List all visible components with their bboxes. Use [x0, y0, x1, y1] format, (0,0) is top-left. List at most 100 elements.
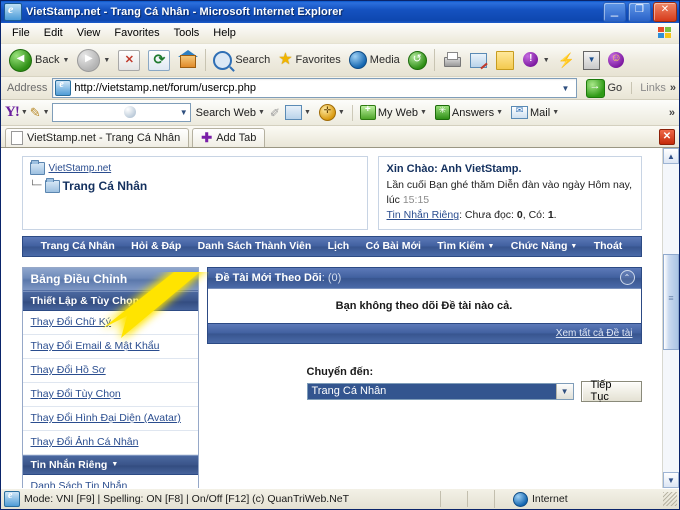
menu-view[interactable]: View	[70, 25, 108, 41]
sidebar-item-avatar[interactable]: Thay Đổi Hình Đại Diện (Avatar)	[22, 406, 198, 431]
forward-button[interactable]: ▶ ▼	[73, 47, 114, 74]
sidebar-item-email-mat-khau[interactable]: Thay Đổi Email & Mật Khẩu	[22, 334, 198, 359]
antispy-button[interactable]: ▼	[316, 103, 348, 122]
nav-chuc-nang[interactable]: Chức Năng ▼	[511, 240, 578, 252]
mail-icon	[511, 105, 529, 119]
my-web-button[interactable]: My Web ▼	[357, 104, 430, 121]
messenger-button[interactable]: ⚡	[554, 50, 579, 71]
sidebar-item-danh-sach-tin-nhan[interactable]: Danh Sách Tin Nhắn	[22, 474, 198, 488]
emoticon-button[interactable]	[604, 50, 628, 70]
address-bar: Address http://vietstamp.net/forum/userc…	[1, 77, 679, 100]
nav-label: Lịch	[327, 240, 350, 253]
my-web-dropdown-icon[interactable]: ▼	[420, 109, 427, 116]
nav-lich[interactable]: Lịch	[328, 240, 350, 252]
sidebar-section-pm-header[interactable]: Tin Nhắn Riêng ▼	[22, 454, 198, 475]
home-button[interactable]	[174, 49, 202, 71]
nav-co-bai-moi[interactable]: Có Bài Mới	[366, 240, 421, 252]
menu-favorites[interactable]: Favorites	[107, 25, 166, 41]
sidebar-item-label: Thay Đổi Tùy Chọn	[30, 388, 121, 401]
add-tab-button[interactable]: ✚ Add Tab	[192, 128, 266, 147]
nav-danh-sach-thanh-vien[interactable]: Danh Sách Thành Viên	[198, 240, 312, 252]
yahoo-search-dropdown-icon[interactable]: ▼	[180, 108, 188, 117]
media-button[interactable]: Media	[345, 49, 404, 71]
scroll-up-button[interactable]: ▲	[663, 148, 679, 164]
collapse-icon[interactable]: ⌃	[619, 270, 635, 286]
yahoo-logo-icon[interactable]: Y!	[5, 104, 20, 121]
resize-grip[interactable]	[663, 492, 677, 506]
nav-hoi-dap[interactable]: Hỏi & Đáp	[131, 240, 181, 252]
home-icon	[178, 50, 199, 69]
sidebar-item-tuy-chon[interactable]: Thay Đổi Tùy Chọn	[22, 382, 198, 407]
yahoo-dropdown-icon[interactable]: ▼	[543, 57, 550, 64]
back-dropdown-icon[interactable]: ▼	[62, 57, 69, 64]
goto-submit-button[interactable]: Tiếp Tục	[580, 379, 642, 403]
security-zone[interactable]: Internet	[494, 490, 663, 508]
minimize-button[interactable]: _	[603, 2, 626, 22]
print-button[interactable]	[438, 50, 465, 70]
yahoo-search-input[interactable]: ▼	[51, 103, 191, 122]
nav-tim-kiem[interactable]: Tìm Kiếm ▼	[437, 240, 494, 252]
search-web-button[interactable]: Search Web ▼	[193, 106, 268, 120]
tabs-button[interactable]: ▼	[282, 104, 314, 121]
goto-select[interactable]: Trang Cá Nhân ▼	[306, 382, 574, 400]
forward-dropdown-icon[interactable]: ▼	[103, 57, 110, 64]
go-arrow-icon	[585, 78, 605, 98]
nav-trang-ca-nhan[interactable]: Trang Cá Nhân	[41, 240, 115, 252]
page-scrollbar[interactable]: ▲ ▼	[662, 148, 679, 488]
browser-toolbar: ◀ Back ▼ ▶ ▼ Search ★ Favorites Media	[1, 44, 679, 77]
menu-edit[interactable]: Edit	[37, 25, 70, 41]
sidebar: Bảng Điều Chỉnh Thiết Lập & Tùy Chọn Tha…	[21, 266, 199, 488]
stop-button[interactable]	[114, 48, 144, 73]
scroll-down-button[interactable]: ▼	[663, 472, 679, 488]
maximize-button[interactable]: ❐	[628, 2, 651, 22]
menu-tools[interactable]: Tools	[167, 25, 207, 41]
address-input[interactable]: http://vietstamp.net/forum/usercp.php ▼	[52, 78, 577, 98]
back-button[interactable]: ◀ Back ▼	[5, 47, 73, 74]
note-button[interactable]	[492, 49, 518, 72]
plus-icon: ✚	[201, 130, 213, 145]
view-all-threads-link[interactable]: Xem tất cả Đề tài	[556, 328, 633, 339]
pm-link[interactable]: Tin Nhắn Riêng	[387, 209, 460, 221]
search-button[interactable]: Search	[209, 49, 274, 72]
toolbar-overflow-icon[interactable]: »	[666, 82, 676, 94]
scrollbar-thumb[interactable]	[663, 254, 679, 350]
nav-label: Hỏi & Đáp	[131, 240, 182, 253]
chevron-down-icon[interactable]: ▼	[558, 80, 574, 96]
go-button[interactable]: Go	[582, 78, 627, 98]
highlight-pencil-icon[interactable]: ✎	[30, 105, 41, 121]
mail-dropdown-icon[interactable]: ▼	[552, 109, 559, 116]
edit-button[interactable]	[465, 50, 492, 70]
status-cell-1	[440, 491, 467, 507]
scrollbar-track[interactable]	[663, 164, 679, 472]
pencil-dropdown-icon[interactable]: ▼	[43, 109, 50, 116]
greeting-lastvisit: Lần cuối Bạn ghé thăm Diễn đàn vào ngày …	[387, 178, 633, 208]
sidebar-item-ho-so[interactable]: Thay Đổi Hồ Sơ	[22, 358, 198, 383]
download-button[interactable]	[579, 49, 604, 72]
answers-dropdown-icon[interactable]: ▼	[496, 109, 503, 116]
menu-file[interactable]: File	[5, 25, 37, 41]
marker-icon[interactable]: ✐	[270, 106, 280, 120]
antispy-dropdown-icon[interactable]: ▼	[338, 109, 345, 116]
favorites-button[interactable]: ★ Favorites	[274, 51, 345, 69]
goto-label: Chuyển đến:	[306, 365, 374, 378]
close-tab-button[interactable]: ✕	[659, 129, 675, 145]
yahoo-overflow-icon[interactable]: »	[665, 107, 675, 119]
mail-button[interactable]: Mail ▼	[508, 105, 562, 120]
yahoo-logo-dropdown-icon[interactable]: ▼	[21, 109, 28, 116]
search-web-dropdown-icon[interactable]: ▼	[258, 109, 265, 116]
chevron-down-icon[interactable]: ▼	[555, 383, 573, 399]
history-button[interactable]	[404, 49, 431, 72]
tabs-dropdown-icon[interactable]: ▼	[304, 109, 311, 116]
nav-thoat[interactable]: Thoát	[594, 240, 623, 252]
breadcrumb-root-link[interactable]: VietStamp.net	[49, 163, 112, 174]
refresh-button[interactable]	[144, 48, 174, 73]
yahoo-button[interactable]: ▼	[518, 50, 554, 70]
sidebar-item-chu-ky[interactable]: Thay Đổi Chữ Ký	[22, 310, 198, 335]
answers-button[interactable]: Answers ▼	[432, 104, 506, 121]
tab-vietstamp[interactable]: VietStamp.net - Trang Cá Nhân	[5, 128, 190, 147]
close-button[interactable]: ✕	[653, 2, 677, 22]
media-icon	[348, 51, 367, 69]
sidebar-item-anh-ca-nhan[interactable]: Thay Đổi Ảnh Cá Nhân	[22, 430, 198, 455]
menu-help[interactable]: Help	[206, 25, 243, 41]
links-label[interactable]: Links	[631, 82, 666, 94]
